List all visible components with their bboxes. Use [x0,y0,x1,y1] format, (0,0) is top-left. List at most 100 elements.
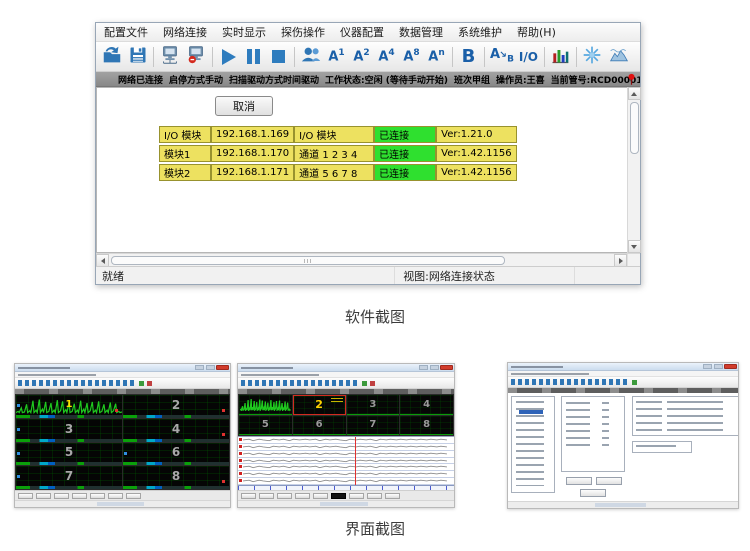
menu-item-realtime-display[interactable]: 实时显示 [222,24,266,40]
maximize-button [206,365,215,370]
scroll-up-button[interactable] [628,87,641,100]
ascan-panel: 7 [347,416,400,436]
screenshot-thumbnail-live-view: 1 2 3 4 5 6 7 8 [14,363,231,508]
horizontal-scroll-thumb[interactable] [111,256,505,265]
table-row[interactable]: I/O 模块 192.168.1.169 I/O 模块 已连接 Ver:1.21… [159,126,517,143]
thumb-menu-bar [238,372,454,378]
network-status-view: 取消 I/O 模块 192.168.1.169 I/O 模块 已连接 Ver:1… [96,87,627,253]
stop-icon [272,50,285,63]
ascan-panel [239,395,292,415]
config-button [580,489,606,497]
toolbar: A1 A2 A4 A8 An B AB I/O [96,42,640,72]
module-name-cell: I/O 模块 [159,126,211,143]
note-text [636,445,676,451]
operator-text: 操作员:王喜 [496,73,545,86]
software-screenshot-caption: 软件截图 [0,306,750,327]
green-icon [139,381,144,386]
ascan-4-button[interactable]: A4 [374,43,399,70]
pause-button[interactable] [241,43,266,70]
network-pc-error-icon [185,44,207,70]
network-disconnect-button[interactable] [183,43,209,70]
ascan-n-button[interactable]: An [424,43,449,70]
module-name-cell: 模块1 [159,145,211,162]
vertical-scrollbar[interactable] [627,87,640,253]
menu-item-config-file[interactable]: 配置文件 [104,24,148,40]
toolbar-separator [212,47,213,67]
close-icon [440,365,453,370]
strip-chart [238,478,454,485]
gate-marker [17,475,20,478]
stop-button[interactable] [266,43,291,70]
main-window: 配置文件 网络连接 实时显示 探伤操作 仪器配置 数据管理 系统维护 帮助(H) [95,22,641,285]
ascan-2-button[interactable]: A2 [349,43,374,70]
histogram-icon [550,45,570,69]
alarm-marker [115,409,118,412]
menu-bar: 配置文件 网络连接 实时显示 探伤操作 仪器配置 数据管理 系统维护 帮助(H) [96,23,640,42]
ascan-panel: 8 [123,466,229,489]
gate-marker [124,452,127,455]
red-icon [370,381,375,386]
start-button[interactable] [216,43,241,70]
thumb-title-text [18,367,70,369]
network-connect-button[interactable] [157,43,183,70]
open-button[interactable] [99,43,125,70]
save-button[interactable] [125,43,150,70]
menu-item-system-maintenance[interactable]: 系统维护 [458,24,502,40]
ab-view-button[interactable]: AB [488,43,516,70]
alarm-marker [222,433,225,436]
parameter-list-panel [561,396,625,472]
menu-item-help[interactable]: 帮助(H) [517,24,556,40]
thumb-title-bar [15,364,230,372]
network-pc-icon [159,44,181,70]
toolbar-separator [153,47,154,67]
parameter-values [602,402,609,449]
startstop-mode-text: 启停方式手动 [169,73,223,86]
table-row[interactable]: 模块1 192.168.1.170 通道 1 2 3 4 已连接 Ver:1.4… [159,145,517,162]
thumb-toolbar [15,378,230,389]
readout-text [331,398,343,402]
horizontal-scrollbar[interactable] [109,254,614,266]
minimize-button [195,365,204,370]
ascan-panel-grid: 1 2 3 4 5 6 7 8 [15,394,230,490]
ascan-8-button[interactable]: A8 [399,43,424,70]
ascan-1-button[interactable]: A1 [324,43,349,70]
chevron-right-icon [619,258,623,264]
menu-item-data-management[interactable]: 数据管理 [399,24,443,40]
play-icon [222,49,236,65]
channel-cell: 通道 1 2 3 4 [294,145,374,162]
strip-chart [238,464,454,471]
red-icon [147,381,152,386]
thumb-menu-bar [15,372,230,378]
config-content [508,393,738,501]
vertical-scroll-thumb[interactable] [630,102,639,154]
content-area: 取消 I/O 模块 192.168.1.169 I/O 模块 已连接 Ver:1… [96,87,640,253]
status-cell: 已连接 [374,145,436,162]
io-button[interactable]: I/O [516,43,541,70]
screenshot-thumbnail-config [507,362,739,509]
maximize-button [714,364,723,369]
view-status-text: 视图:网络连接状态 [403,268,495,284]
menu-item-instrument-config[interactable]: 仪器配置 [340,24,384,40]
scroll-down-button[interactable] [628,240,641,253]
gate-marker [17,452,20,455]
freeze-button[interactable] [580,43,605,70]
cancel-button[interactable]: 取消 [215,96,273,116]
operators-button[interactable] [298,43,324,70]
channel-cell: 通道 5 6 7 8 [294,164,374,181]
arrow-icon [500,51,507,58]
screenshot-thumbnail-strip-charts: 2 3 4 5 6 7 8 [237,363,455,508]
status-info-bar: 网络已连接 启停方式手动 扫描驱动方式时间驱动 工作状态:空闲 (等待手动开始)… [96,72,640,87]
menu-item-network[interactable]: 网络连接 [163,24,207,40]
spectrum-button[interactable] [605,43,633,70]
thumb-title-bar [508,363,738,371]
bscan-button[interactable]: B [456,43,481,70]
toolbar-icons [241,380,359,386]
thumb-title-text [241,367,293,369]
menu-item-flaw-detection[interactable]: 探伤操作 [281,24,325,40]
statistics-button[interactable] [548,43,573,70]
toolbar-separator [452,47,453,67]
close-icon [724,364,737,369]
parameter-labels [566,402,590,449]
table-row[interactable]: 模块2 192.168.1.171 通道 5 6 7 8 已连接 Ver:1.4… [159,164,517,181]
gate-marker [17,404,20,407]
